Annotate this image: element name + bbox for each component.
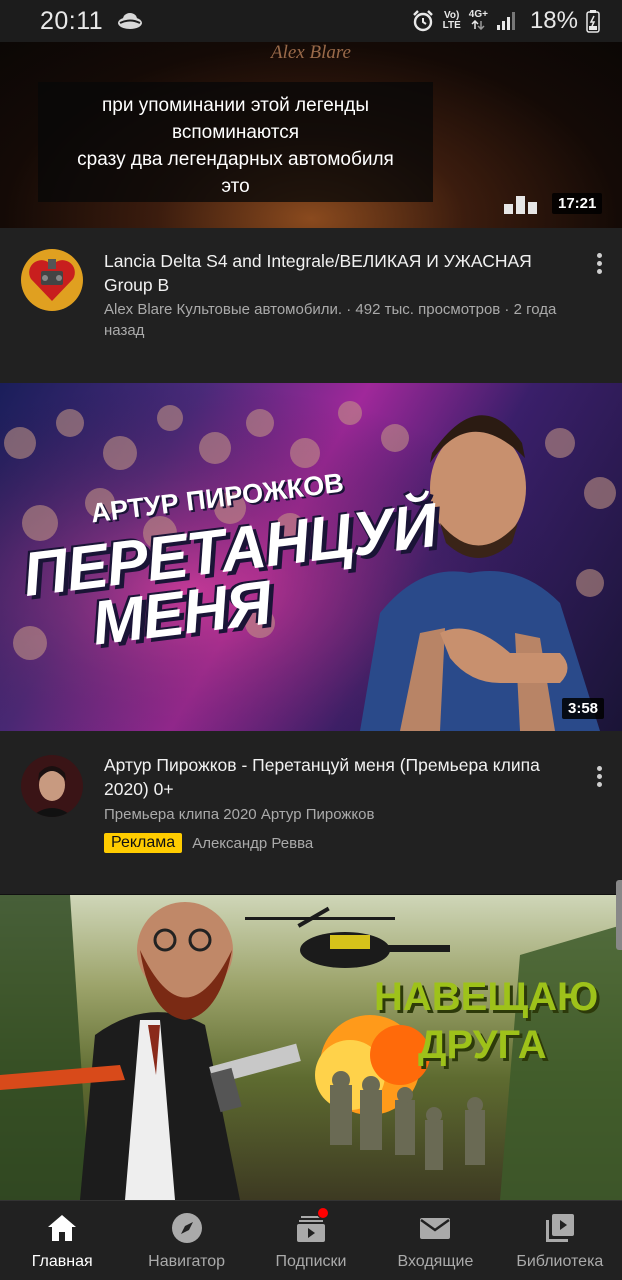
network-indicator: 4G+ xyxy=(468,8,488,33)
compass-icon xyxy=(171,1213,202,1243)
caption-line: вспоминаются xyxy=(171,122,300,143)
signal-icon xyxy=(496,12,515,30)
scrollbar-thumb[interactable] xyxy=(616,880,622,950)
nav-item-subscriptions[interactable]: Подписки xyxy=(249,1201,373,1280)
nav-item-inbox[interactable]: Входящие xyxy=(373,1201,497,1280)
video-thumbnail-pirozhkov[interactable]: АРТУР ПИРОЖКОВ ПЕРЕТАНЦУЙ МЕНЯ 3:58 xyxy=(0,383,622,731)
video-meta: Премьера клипа 2020 Артур Пирожков xyxy=(104,806,375,823)
battery-percent: 18% xyxy=(529,7,578,34)
more-options-icon[interactable] xyxy=(590,250,608,278)
status-bar: 20:11 Vo) LTE 4G+ 18% xyxy=(0,0,622,42)
video-thumbnail-friend[interactable]: НАВЕЩАЮ ДРУГА xyxy=(0,895,622,1200)
nav-label: Входящие xyxy=(397,1253,474,1270)
alarm-icon xyxy=(412,10,433,32)
inbox-icon xyxy=(420,1218,451,1239)
bar-chart-icon xyxy=(504,196,537,214)
volte-indicator: Vo) LTE xyxy=(443,11,461,31)
data-arrows-icon xyxy=(471,19,485,30)
notification-dot xyxy=(316,1207,329,1219)
nav-label: Навигатор xyxy=(148,1253,226,1270)
ad-author: Александр Ревва xyxy=(192,834,314,852)
nav-item-explore[interactable]: Навигатор xyxy=(124,1201,248,1280)
video-duration: 3:58 xyxy=(562,698,605,719)
more-options-icon[interactable] xyxy=(590,763,608,791)
channel-avatar[interactable] xyxy=(21,249,83,311)
video-info-pirozhkov[interactable]: Артур Пирожков - Перетанцуй меня (Премье… xyxy=(0,731,622,894)
cloud-icon xyxy=(118,13,143,29)
nav-label: Библиотека xyxy=(516,1253,604,1270)
nav-label: Главная xyxy=(31,1253,93,1270)
home-icon xyxy=(48,1215,77,1241)
heart-engine-avatar-icon xyxy=(21,249,83,311)
caption-line: при упоминании этой легенды xyxy=(101,95,370,116)
video-duration: 17:21 xyxy=(552,193,603,214)
nav-label: Подписки xyxy=(275,1253,347,1270)
subtitle-caption: при упоминании этой легенды вспоминаются… xyxy=(38,82,433,202)
caption-line: сразу два легендарных автомобиля xyxy=(77,149,394,170)
youtube-home-screen: 20:11 Vo) LTE 4G+ 18% Alex Blare при упо… xyxy=(0,0,622,1280)
library-icon xyxy=(545,1214,574,1242)
thumbnail-title-line2: ДРУГА xyxy=(418,1023,547,1067)
nav-item-library[interactable]: Библиотека xyxy=(498,1201,622,1280)
artist-avatar-icon xyxy=(21,755,83,817)
battery-icon xyxy=(586,10,600,33)
ad-row: Реклама Александр Ревва xyxy=(104,833,313,853)
network-type-text: 4G+ xyxy=(468,8,488,20)
status-indicators: Vo) LTE 4G+ 18% xyxy=(411,7,600,35)
video-title[interactable]: Lancia Delta S4 and Integrale/ВЕЛИКАЯ И … xyxy=(104,249,574,297)
video-meta: Alex Blare Культовые автомобили. · 492 т… xyxy=(104,301,557,339)
thumbnail-title-line1: НАВЕЩАЮ xyxy=(374,975,599,1019)
ad-badge: Реклама xyxy=(104,833,183,853)
nav-item-home[interactable]: Главная xyxy=(0,1201,124,1280)
lte-text: LTE xyxy=(442,20,461,31)
video-thumbnail-lancia[interactable]: Alex Blare при упоминании этой легенды в… xyxy=(0,42,622,228)
video-info-lancia[interactable]: Lancia Delta S4 and Integrale/ВЕЛИКАЯ И … xyxy=(0,228,622,382)
channel-avatar[interactable] xyxy=(21,755,83,817)
caption-line: это xyxy=(221,176,250,197)
bottom-navigation: Главная Навигатор Подписки Входящие Библ… xyxy=(0,1200,622,1280)
thumbnail-brand-text: Alex Blare xyxy=(270,42,351,63)
status-time: 20:11 xyxy=(40,6,104,35)
video-title[interactable]: Артур Пирожков - Перетанцуй меня (Премье… xyxy=(104,753,574,801)
